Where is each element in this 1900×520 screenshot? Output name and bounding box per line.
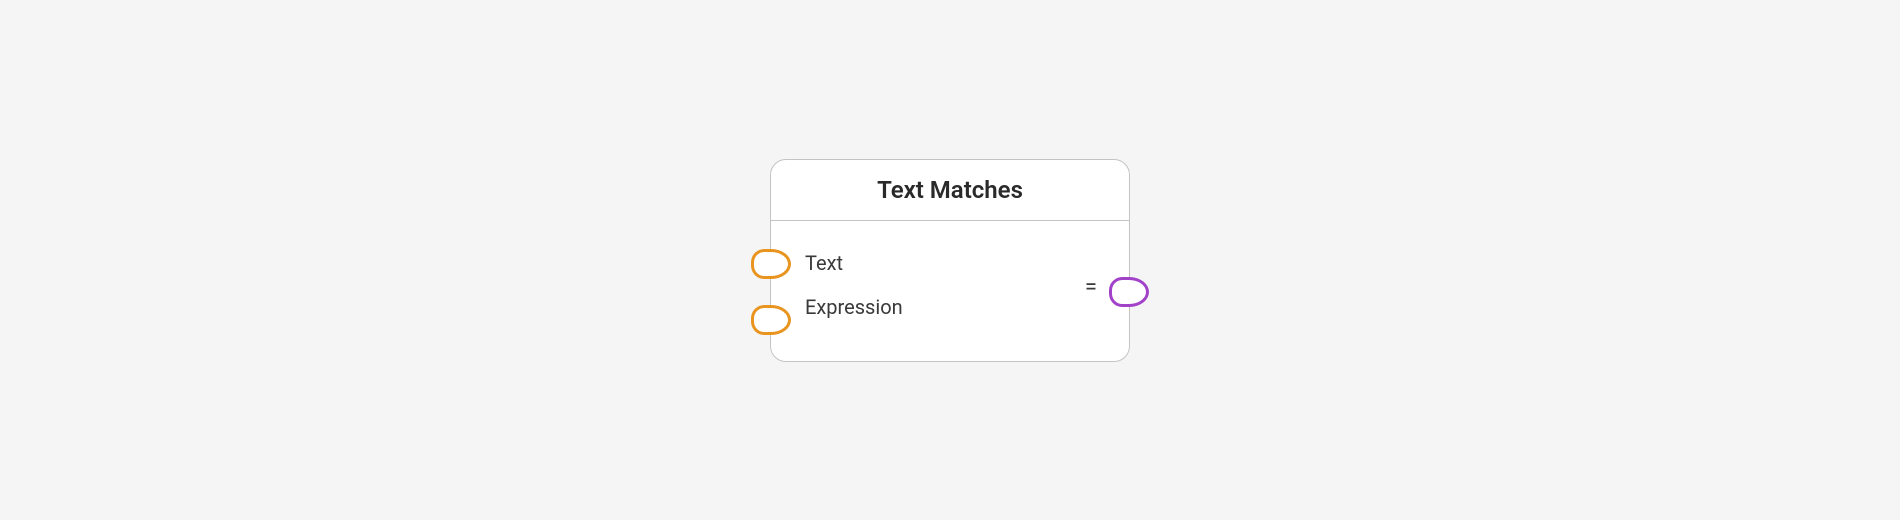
output-port[interactable] xyxy=(1109,277,1149,307)
input-label-text: Text xyxy=(805,251,843,275)
input-port-text[interactable] xyxy=(751,249,791,279)
input-port-expression[interactable] xyxy=(751,305,791,335)
input-row-expression: Expression xyxy=(771,285,1129,329)
input-label-expression: Expression xyxy=(805,295,903,319)
node-title: Text Matches xyxy=(771,160,1129,221)
node-text-matches[interactable]: Text Matches Text Expression = xyxy=(770,159,1130,362)
input-row-text: Text xyxy=(771,241,1129,285)
node-body: Text Expression = xyxy=(771,221,1129,361)
output-label: = xyxy=(1085,275,1097,300)
